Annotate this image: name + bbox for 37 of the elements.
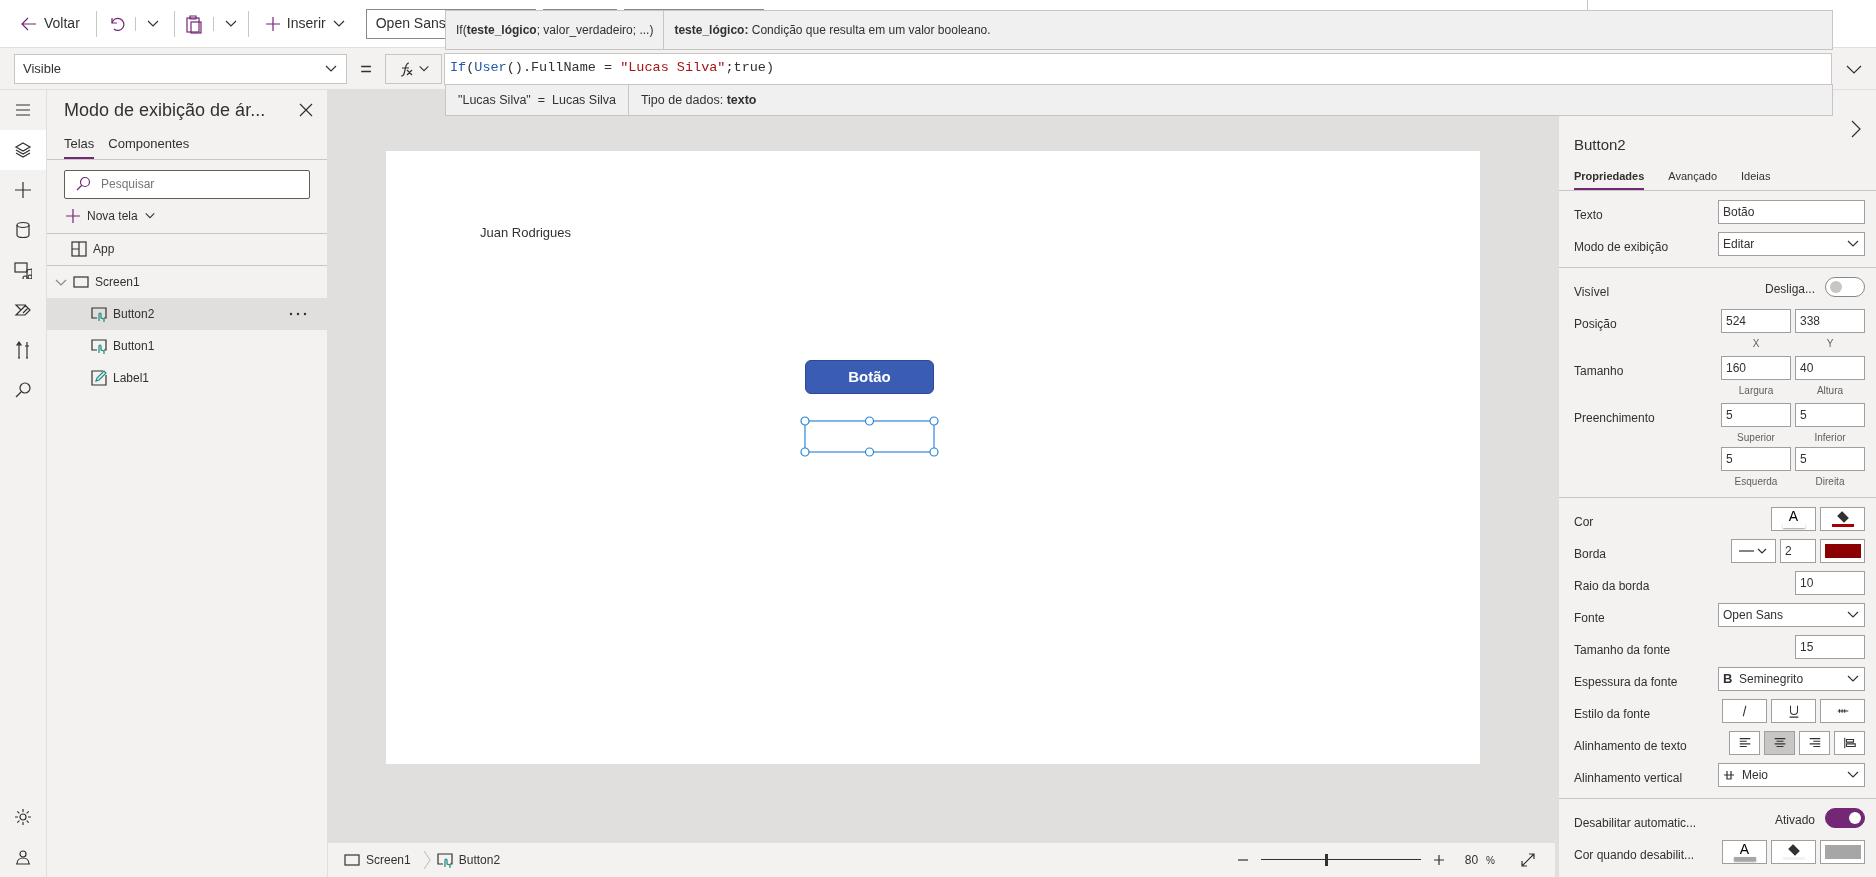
property-label: Modo de exibição [1574, 238, 1670, 256]
field-caption: X [1751, 336, 1761, 351]
field-caption: Direita [1814, 474, 1846, 489]
canvas-label: Juan Rodrigues [480, 224, 572, 242]
zoom-unit: % [1486, 853, 1495, 868]
field-caption: Inferior [1813, 430, 1847, 445]
signature-text: If(teste_lógico; valor_verdadeiro; ...) [446, 11, 665, 49]
property-label: Fonte [1574, 609, 1606, 627]
description-text: teste_lógico: Condição que resulta em um valor booleano. [673, 22, 992, 39]
property-label: Tamanho [1574, 362, 1625, 380]
property-label: Desabilitar automatic... [1574, 814, 1698, 832]
control-title: Button2 [1574, 134, 1626, 155]
property-label: Espessura da fonte [1574, 673, 1679, 691]
property-label: Raio da borda [1574, 577, 1651, 595]
toggle-state: Desliga... [1764, 280, 1815, 298]
zoom-value: 80 [1464, 852, 1479, 869]
property-label: Alinhamento vertical [1574, 769, 1684, 787]
field-caption: Superior [1736, 430, 1776, 445]
property-label: Visível [1574, 283, 1611, 301]
panel-title: Modo de exibição de ár... [63, 98, 266, 122]
property-label: Estilo da fonte [1574, 705, 1652, 723]
field-caption: Altura [1815, 383, 1845, 398]
field-caption: Y [1825, 336, 1835, 351]
property-label: Preenchimento [1574, 409, 1656, 427]
data-type-text: Tipo de dados: texto [639, 91, 758, 109]
property-label: Texto [1574, 206, 1604, 224]
equals-sign: = [359, 56, 373, 82]
property-label: Tamanho da fonte [1574, 641, 1672, 659]
property-label: Borda [1574, 545, 1608, 563]
property-label: Cor quando desabilit... [1574, 846, 1696, 864]
field-caption: Largura [1737, 383, 1775, 398]
toggle-state: Ativado [1774, 811, 1815, 829]
result-text: "Lucas Silva" = Lucas Silva [446, 85, 629, 115]
property-label: Posição [1574, 315, 1618, 333]
property-label: Alinhamento de texto [1574, 737, 1688, 755]
property-label: Cor [1574, 513, 1595, 531]
field-caption: Esquerda [1733, 474, 1779, 489]
